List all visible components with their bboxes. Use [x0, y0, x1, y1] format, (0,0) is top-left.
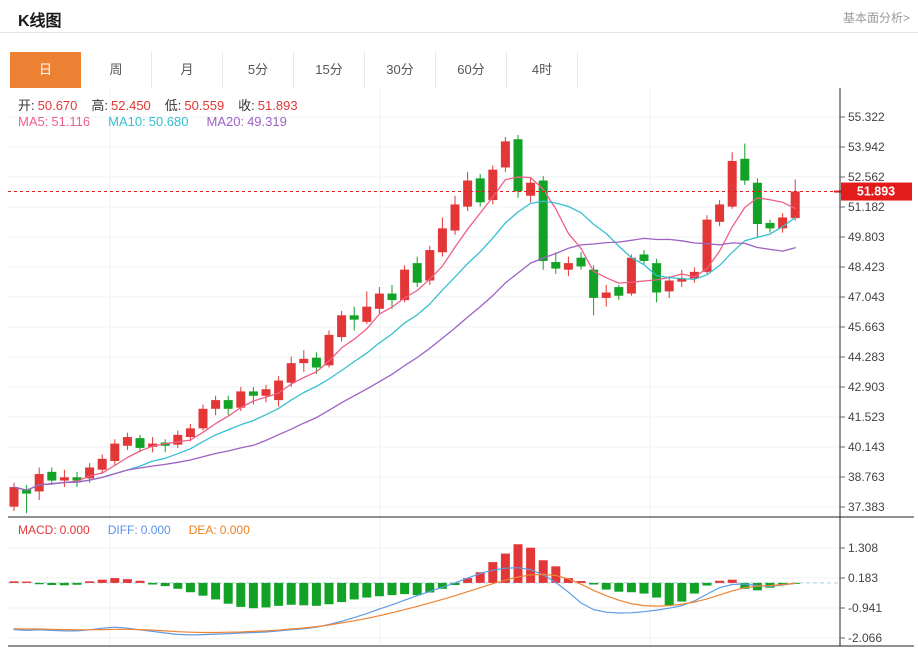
ma20-value: 49.319: [247, 114, 287, 129]
header-divider: [0, 32, 918, 33]
y-axis-label: 42.903: [848, 380, 885, 394]
y-axis-label: 37.383: [848, 500, 885, 514]
y-axis-label: 40.143: [848, 440, 885, 454]
ohlc-legend: 开: 50.670 高: 52.450 低: 50.559 收: 51.893: [18, 95, 298, 114]
diff-label: DIFF:: [107, 523, 138, 537]
y-axis-label: 48.423: [848, 260, 885, 274]
open-value: 50.670: [37, 98, 78, 113]
open-label: 开:: [18, 98, 35, 113]
y-axis-label: 41.523: [848, 410, 885, 424]
tab-period-0[interactable]: 日: [10, 52, 81, 88]
close-label: 收:: [238, 98, 255, 113]
tab-period-6[interactable]: 60分: [436, 52, 507, 88]
low-value: 50.559: [184, 98, 225, 113]
y-axis-label: -0.941: [848, 601, 882, 615]
macd-legend: MACD: 0.000 DIFF: 0.000 DEA: 0.000: [18, 523, 250, 537]
y-axis-label: 44.283: [848, 350, 885, 364]
tab-period-5[interactable]: 30分: [365, 52, 436, 88]
y-axis-label: 38.763: [848, 470, 885, 484]
kline-page: { "header": { "title": "K线图", "link": "基…: [0, 0, 918, 649]
y-axis-label: 1.308: [848, 541, 878, 555]
svg-text:51.893: 51.893: [857, 185, 895, 199]
page-title: K线图: [18, 13, 62, 30]
ma5-value: 51.116: [51, 114, 91, 129]
y-axis-label: 52.562: [848, 170, 885, 184]
ma5-label: MA5:: [18, 114, 49, 129]
fundamental-analysis-link[interactable]: 基本面分析>: [843, 9, 910, 26]
y-axis-label: 0.183: [848, 571, 878, 585]
y-axis-label: -2.066: [848, 631, 882, 645]
high-label: 高:: [91, 98, 109, 113]
ma10-label: MA10:: [108, 114, 146, 129]
ma20-label: MA20:: [206, 114, 245, 129]
dea-label: DEA:: [188, 523, 217, 537]
y-axis-label: 51.182: [848, 200, 885, 214]
tab-period-7[interactable]: 4时: [507, 52, 578, 88]
y-axis-label: 47.043: [848, 290, 885, 304]
low-label: 低:: [164, 98, 182, 113]
y-axis-label: 45.663: [848, 320, 885, 334]
period-tab-bar: 日周月 5分 15分 30分 60分 4时: [10, 52, 578, 88]
ma-legend: MA5: 51.116 MA10: 50.680 MA20: 49.319: [18, 114, 287, 129]
kline-chart-canvas[interactable]: 51.893 55.322 53.942 52.562 51.182 49.803 48.4…: [0, 88, 918, 649]
tab-period-3[interactable]: 5分: [223, 52, 294, 88]
tab-period-2[interactable]: 月: [152, 52, 223, 88]
tab-period-4[interactable]: 15分: [294, 52, 365, 88]
dea-value: 0.000: [219, 523, 250, 537]
y-axis-label: 55.322: [848, 110, 885, 124]
macd-label: MACD:: [18, 523, 57, 537]
y-axis-label: 53.942: [848, 140, 885, 154]
diff-value: 0.000: [140, 523, 171, 537]
close-value: 51.893: [257, 98, 298, 113]
high-value: 52.450: [111, 98, 151, 113]
tab-period-1[interactable]: 周: [81, 52, 152, 88]
ma10-value: 50.680: [148, 114, 189, 129]
y-axis-label: 49.803: [848, 230, 885, 244]
macd-value: 0.000: [59, 523, 90, 537]
